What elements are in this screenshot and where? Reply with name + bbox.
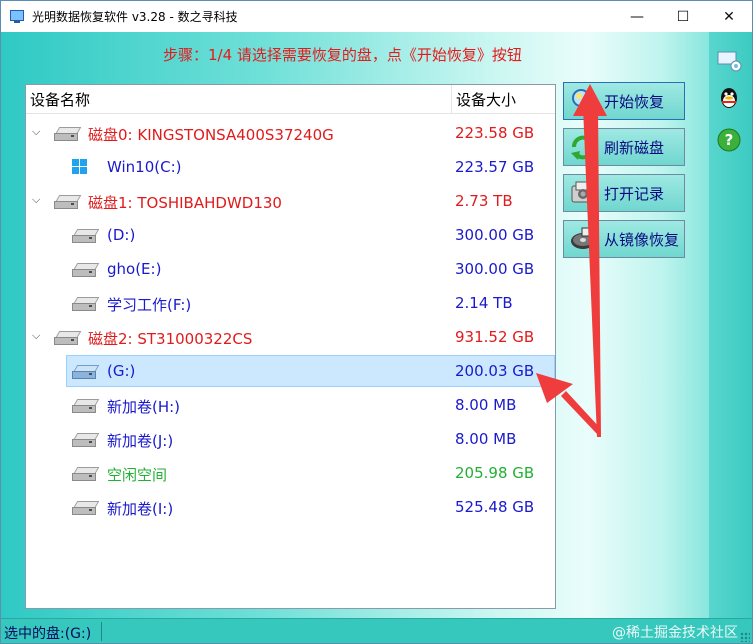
app-window: 光明数据恢复软件 v3.28 - 数之寻科技 — ☐ ✕ 步骤：1/4 请选择需… xyxy=(0,0,753,644)
status-bar: 选中的盘:(G:) @稀土掘金技术社区 xyxy=(1,618,752,643)
row-size: 8.00 MB xyxy=(455,396,517,414)
watermark: @稀土掘金技术社区 xyxy=(612,625,738,641)
maximize-button[interactable]: ☐ xyxy=(660,1,706,32)
tree-row-partition-h[interactable]: 新加卷(H:) 8.00 MB xyxy=(26,388,555,422)
folder-icon xyxy=(568,178,598,208)
row-size: 931.52 GB xyxy=(455,328,535,346)
close-button[interactable]: ✕ xyxy=(706,1,752,32)
tree-header: 设备名称 设备大小 xyxy=(26,85,555,114)
row-name: (D:) xyxy=(107,226,136,244)
row-size: 205.98 GB xyxy=(455,464,535,482)
row-name: 新加卷(I:) xyxy=(107,500,174,518)
row-name: gho(E:) xyxy=(107,260,162,278)
row-name: 学习工作(F:) xyxy=(107,296,192,314)
row-size: 223.58 GB xyxy=(455,124,535,142)
expand-icon[interactable]: ⌵ xyxy=(32,193,40,207)
row-size: 223.57 GB xyxy=(455,158,535,176)
disk-icon xyxy=(54,331,82,345)
disk-icon xyxy=(72,399,100,413)
row-size: 2.14 TB xyxy=(455,294,513,312)
disk-icon xyxy=(54,127,82,141)
minimize-button[interactable]: — xyxy=(614,1,660,32)
start-recovery-button[interactable]: 开始恢复 xyxy=(563,82,685,120)
tree-row-free-space[interactable]: 空闲空间 205.98 GB xyxy=(26,456,555,490)
row-size: 300.00 GB xyxy=(455,226,535,244)
tree-row-disk2[interactable]: ⌵ 磁盘2: ST31000322CS 931.52 GB xyxy=(26,320,555,354)
resize-grip[interactable] xyxy=(740,632,750,642)
close-icon: ✕ xyxy=(723,8,735,25)
title-bar[interactable]: 光明数据恢复软件 v3.28 - 数之寻科技 — ☐ ✕ xyxy=(1,1,752,32)
button-label: 开始恢复 xyxy=(604,92,665,111)
step-instruction: 步骤：1/4 请选择需要恢复的盘，点《开始恢复》按钮 xyxy=(163,46,522,64)
side-toolbar xyxy=(709,32,752,627)
window-title: 光明数据恢复软件 v3.28 - 数之寻科技 xyxy=(32,10,238,24)
button-label: 刷新磁盘 xyxy=(604,138,665,157)
disk-icon xyxy=(72,467,100,481)
tree-row-partition-c[interactable]: Win10(C:) 223.57 GB xyxy=(26,150,555,184)
windows-icon xyxy=(72,159,88,175)
app-icon xyxy=(10,9,24,24)
row-name: 磁盘2: ST31000322CS xyxy=(88,330,253,348)
tree-row-partition-g[interactable]: (G:) 200.03 GB xyxy=(26,354,555,388)
header-device-size[interactable]: 设备大小 xyxy=(456,89,516,110)
disk-icon xyxy=(72,365,100,379)
tree-row-partition-e[interactable]: gho(E:) 300.00 GB xyxy=(26,252,555,286)
expand-icon[interactable]: ⌵ xyxy=(32,329,40,343)
row-size: 8.00 MB xyxy=(455,430,517,448)
device-tree[interactable]: 设备名称 设备大小 ⌵ 磁盘0: KINGSTONSA400S37240G 22… xyxy=(25,84,556,609)
svg-text:?: ? xyxy=(725,131,734,149)
row-name: 新加卷(J:) xyxy=(107,432,174,450)
disk-icon xyxy=(72,297,100,311)
refresh-disk-button[interactable]: 刷新磁盘 xyxy=(563,128,685,166)
restore-from-image-button[interactable]: 从镜像恢复 xyxy=(563,220,685,258)
tree-row-partition-d[interactable]: (D:) 300.00 GB xyxy=(26,218,555,252)
selected-disk-status: 选中的盘:(G:) xyxy=(4,626,92,642)
main-panel: 步骤：1/4 请选择需要恢复的盘，点《开始恢复》按钮 设备名称 设备大小 ⌵ 磁… xyxy=(1,32,752,643)
row-size: 300.00 GB xyxy=(455,260,535,278)
help-icon[interactable]: ? xyxy=(715,126,743,154)
magnifier-icon xyxy=(568,86,598,116)
qq-icon[interactable] xyxy=(715,84,743,112)
image-disk-icon xyxy=(568,224,598,254)
refresh-icon xyxy=(568,132,598,162)
button-label: 打开记录 xyxy=(604,184,665,203)
disk-icon xyxy=(72,229,100,243)
row-name: (G:) xyxy=(107,362,136,380)
expand-icon[interactable]: ⌵ xyxy=(32,125,40,139)
disk-icon xyxy=(72,263,100,277)
minimize-icon: — xyxy=(630,8,644,25)
disk-icon xyxy=(54,195,82,209)
row-size: 200.03 GB xyxy=(455,362,535,380)
row-size: 2.73 TB xyxy=(455,192,513,210)
disk-icon xyxy=(72,433,100,447)
tree-row-partition-i[interactable]: 新加卷(I:) 525.48 GB xyxy=(26,490,555,524)
tree-row-partition-f[interactable]: 学习工作(F:) 2.14 TB xyxy=(26,286,555,320)
network-icon[interactable] xyxy=(715,46,743,74)
tree-row-disk0[interactable]: ⌵ 磁盘0: KINGSTONSA400S37240G 223.58 GB xyxy=(26,116,555,150)
header-device-name[interactable]: 设备名称 xyxy=(30,89,90,110)
maximize-icon: ☐ xyxy=(676,8,690,25)
row-name: 空闲空间 xyxy=(107,466,168,484)
disk-icon xyxy=(72,501,100,515)
row-name: 新加卷(H:) xyxy=(107,398,181,416)
row-name: Win10(C:) xyxy=(107,158,182,176)
row-name: 磁盘1: TOSHIBAHDWD130 xyxy=(88,194,282,212)
row-size: 525.48 GB xyxy=(455,498,535,516)
button-label: 从镜像恢复 xyxy=(604,230,680,249)
row-name: 磁盘0: KINGSTONSA400S37240G xyxy=(88,126,334,144)
open-log-button[interactable]: 打开记录 xyxy=(563,174,685,212)
tree-row-partition-j[interactable]: 新加卷(J:) 8.00 MB xyxy=(26,422,555,456)
tree-row-disk1[interactable]: ⌵ 磁盘1: TOSHIBAHDWD130 2.73 TB xyxy=(26,184,555,218)
